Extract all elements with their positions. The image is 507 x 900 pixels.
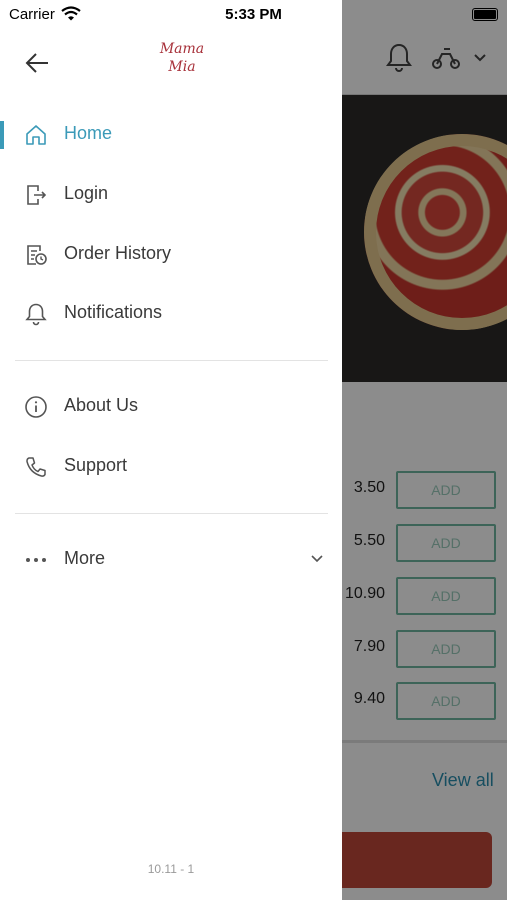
menu-item-more[interactable]: More <box>0 532 342 588</box>
menu-item-login[interactable]: Login <box>0 167 342 223</box>
app-version: 10.11 - 1 <box>147 862 195 876</box>
menu-item-label: About Us <box>64 395 139 415</box>
menu-item-label: More <box>64 548 106 568</box>
menu-item-label: Order History <box>64 243 172 263</box>
order-history-icon <box>27 245 47 265</box>
logo-text-line2: Mia <box>168 59 196 75</box>
menu-item-label: Support <box>64 455 128 475</box>
menu-item-notifications[interactable]: Notifications <box>0 286 342 342</box>
menu-divider <box>15 513 328 514</box>
menu-item-support[interactable]: Support <box>0 439 342 495</box>
status-bar: Carrier 5:33 PM <box>0 0 507 28</box>
menu-item-home[interactable]: Home <box>0 107 342 163</box>
menu-divider <box>15 360 328 361</box>
menu-item-label: Home <box>64 123 113 143</box>
brand-logo: Mama Mia <box>158 40 206 84</box>
more-dots-icon <box>26 558 46 562</box>
phone-icon <box>26 457 46 477</box>
home-icon <box>26 125 46 145</box>
back-arrow-icon[interactable] <box>20 48 54 78</box>
info-icon <box>25 396 47 418</box>
menu-item-order-history[interactable]: Order History <box>0 227 342 283</box>
login-icon <box>27 185 47 205</box>
status-time: 5:33 PM <box>225 6 282 23</box>
chevron-down-icon[interactable] <box>310 552 324 566</box>
menu-item-label: Login <box>64 183 109 203</box>
active-indicator <box>0 121 4 149</box>
battery-icon <box>472 8 498 21</box>
menu-item-about-us[interactable]: About Us <box>0 379 342 435</box>
menu-item-label: Notifications <box>64 302 163 322</box>
side-drawer: Mama Mia Home Login Order History Notifi… <box>0 0 342 900</box>
bell-icon <box>25 303 47 326</box>
logo-text-line1: Mama <box>159 41 205 57</box>
